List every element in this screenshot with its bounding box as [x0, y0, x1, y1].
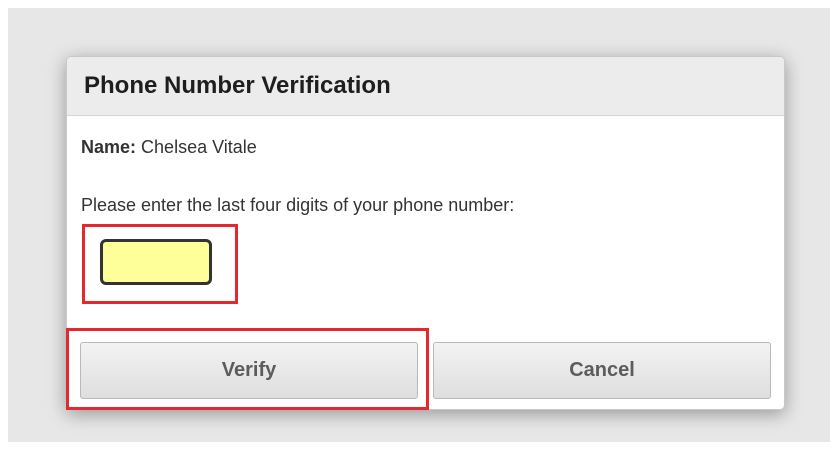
dialog-title: Phone Number Verification: [84, 72, 391, 99]
name-label: Name:: [81, 137, 137, 157]
name-value: Chelsea Vitale: [141, 137, 257, 157]
screen: Phone Number Verification Name: Chelsea …: [0, 0, 838, 470]
dialog-header: Phone Number Verification: [67, 57, 784, 116]
cancel-button[interactable]: Cancel: [433, 342, 771, 399]
last-four-digits-input[interactable]: [100, 239, 212, 285]
name-row: Name: Chelsea Vitale: [81, 137, 257, 158]
verify-button[interactable]: Verify: [80, 342, 418, 399]
phone-verification-dialog: Phone Number Verification Name: Chelsea …: [66, 56, 785, 410]
digits-prompt: Please enter the last four digits of you…: [81, 195, 515, 215]
